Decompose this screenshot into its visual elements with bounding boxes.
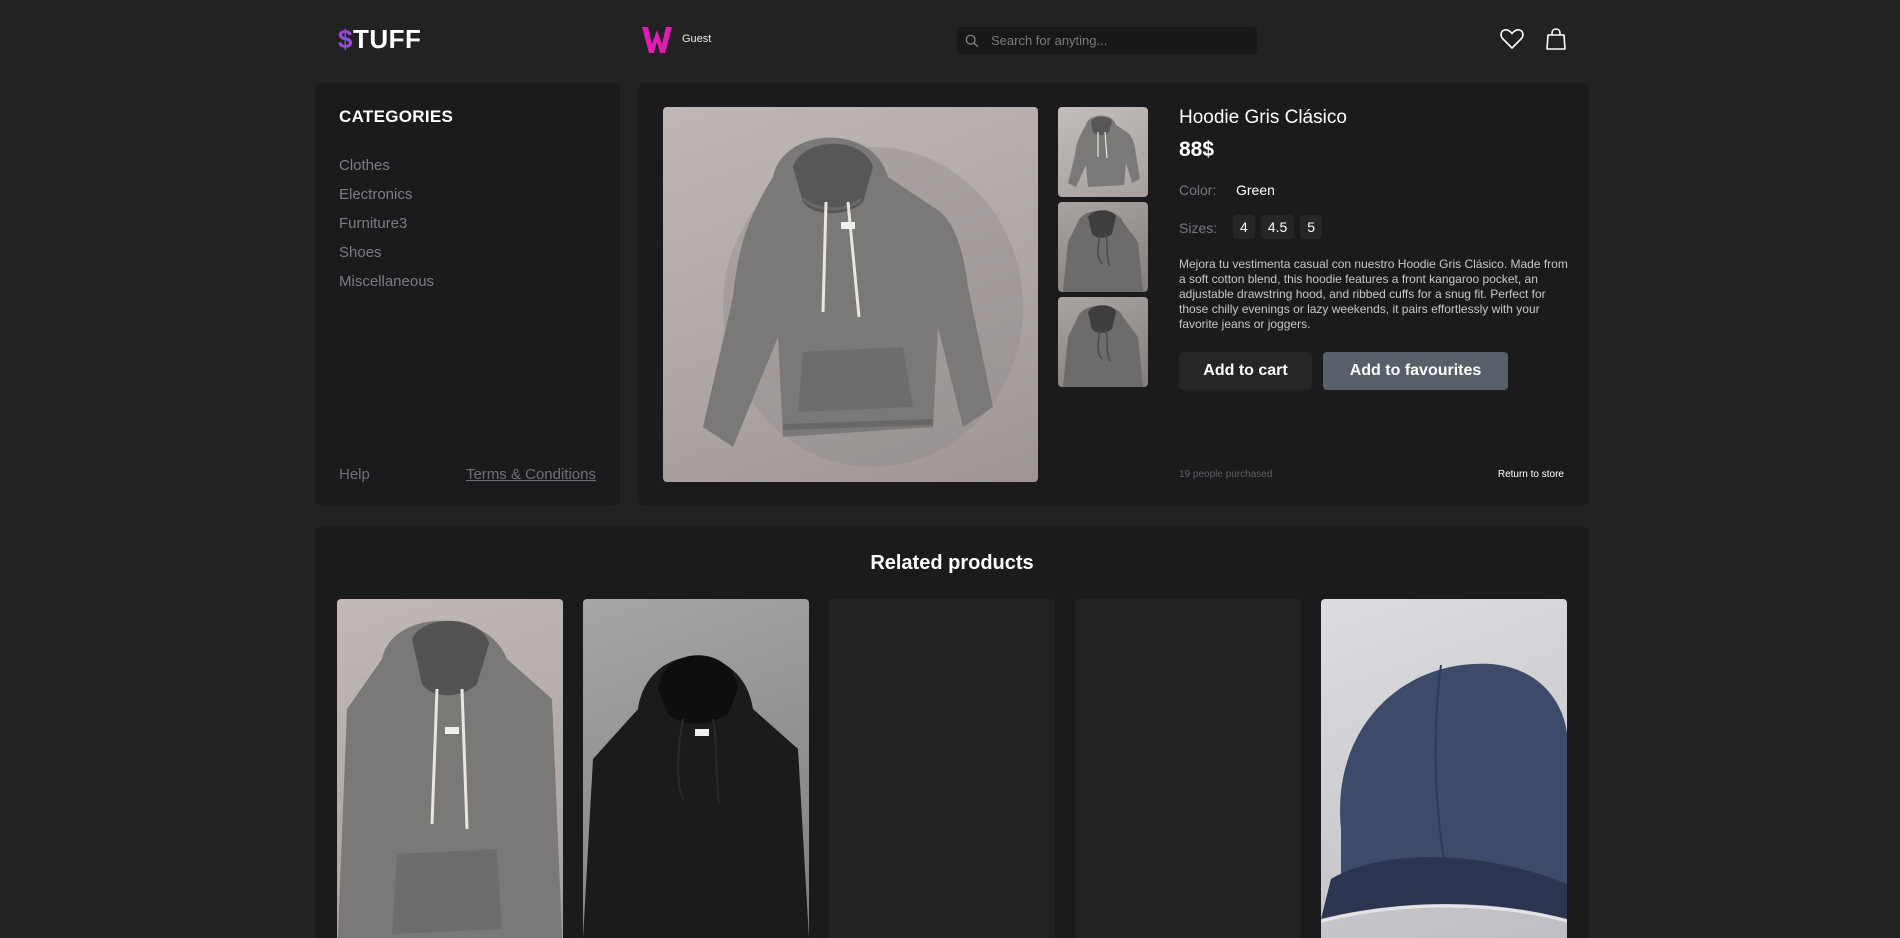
product-thumbnail-1[interactable] <box>1058 107 1148 197</box>
categories-list: Clothes Electronics Furniture3 Shoes Mis… <box>339 157 434 302</box>
grey-hoodie-image <box>337 620 563 938</box>
sizes-label: Sizes: <box>1179 220 1218 236</box>
product-main-image <box>663 107 1038 482</box>
related-product-card[interactable] <box>1075 599 1301 938</box>
terms-link[interactable]: Terms & Conditions <box>466 466 596 483</box>
help-link[interactable]: Help <box>339 466 370 483</box>
size-options: 4 4.5 5 <box>1233 215 1323 239</box>
related-product-card[interactable] <box>583 599 809 938</box>
hoodie-thumbnail-icon <box>1063 210 1143 292</box>
color-value: Green <box>1236 182 1275 198</box>
size-option-5[interactable]: 5 <box>1300 215 1323 239</box>
product-price: 88$ <box>1179 138 1215 161</box>
hoodie-thumbnail-icon <box>1068 115 1140 187</box>
add-to-cart-button[interactable]: Add to cart <box>1179 352 1312 390</box>
size-option-4-5[interactable]: 4.5 <box>1260 215 1295 239</box>
related-product-card[interactable] <box>829 599 1055 938</box>
logo-text: TUFF <box>352 24 422 54</box>
black-hoodie-image <box>583 655 809 938</box>
bag-icon[interactable] <box>1543 26 1569 52</box>
logo-symbol: $ <box>338 24 353 54</box>
related-product-card[interactable] <box>1321 599 1567 938</box>
search-icon <box>965 34 979 47</box>
hoodie-thumbnail-icon <box>1063 305 1143 387</box>
category-item-furniture[interactable]: Furniture3 <box>339 215 434 244</box>
search-input[interactable] <box>991 33 1241 48</box>
avatar <box>642 27 672 53</box>
related-products-title: Related products <box>870 552 1034 574</box>
product-thumbnail-3[interactable] <box>1058 297 1148 387</box>
product-panel: Hoodie Gris Clásico 88$ Color: Green Siz… <box>638 83 1589 506</box>
blue-cap-image <box>1321 663 1567 923</box>
category-item-clothes[interactable]: Clothes <box>339 157 434 186</box>
return-to-store-link[interactable]: Return to store <box>1498 469 1564 480</box>
category-item-shoes[interactable]: Shoes <box>339 244 434 273</box>
logo[interactable]: $TUFF <box>338 24 421 55</box>
categories-panel: CATEGORIES Clothes Electronics Furniture… <box>315 83 620 506</box>
product-title: Hoodie Gris Clásico <box>1179 107 1347 128</box>
size-option-4[interactable]: 4 <box>1233 215 1255 239</box>
search-bar[interactable] <box>957 27 1257 54</box>
category-item-miscellaneous[interactable]: Miscellaneous <box>339 273 434 302</box>
color-label: Color: <box>1179 182 1217 198</box>
user-name: Guest <box>682 33 712 45</box>
related-products-panel: Related products <box>315 526 1589 938</box>
related-product-card[interactable] <box>337 599 563 938</box>
purchase-count: 19 people purchased <box>1179 469 1273 480</box>
product-description: Mejora tu vestimenta casual con nuestro … <box>1179 257 1568 331</box>
user-menu[interactable]: Guest <box>640 22 711 56</box>
heart-icon[interactable] <box>1499 26 1525 52</box>
category-item-electronics[interactable]: Electronics <box>339 186 434 215</box>
product-thumbnail-2[interactable] <box>1058 202 1148 292</box>
categories-title: CATEGORIES <box>339 107 454 126</box>
hoodie-illustration <box>703 137 1023 467</box>
add-to-favourites-button[interactable]: Add to favourites <box>1323 352 1508 390</box>
